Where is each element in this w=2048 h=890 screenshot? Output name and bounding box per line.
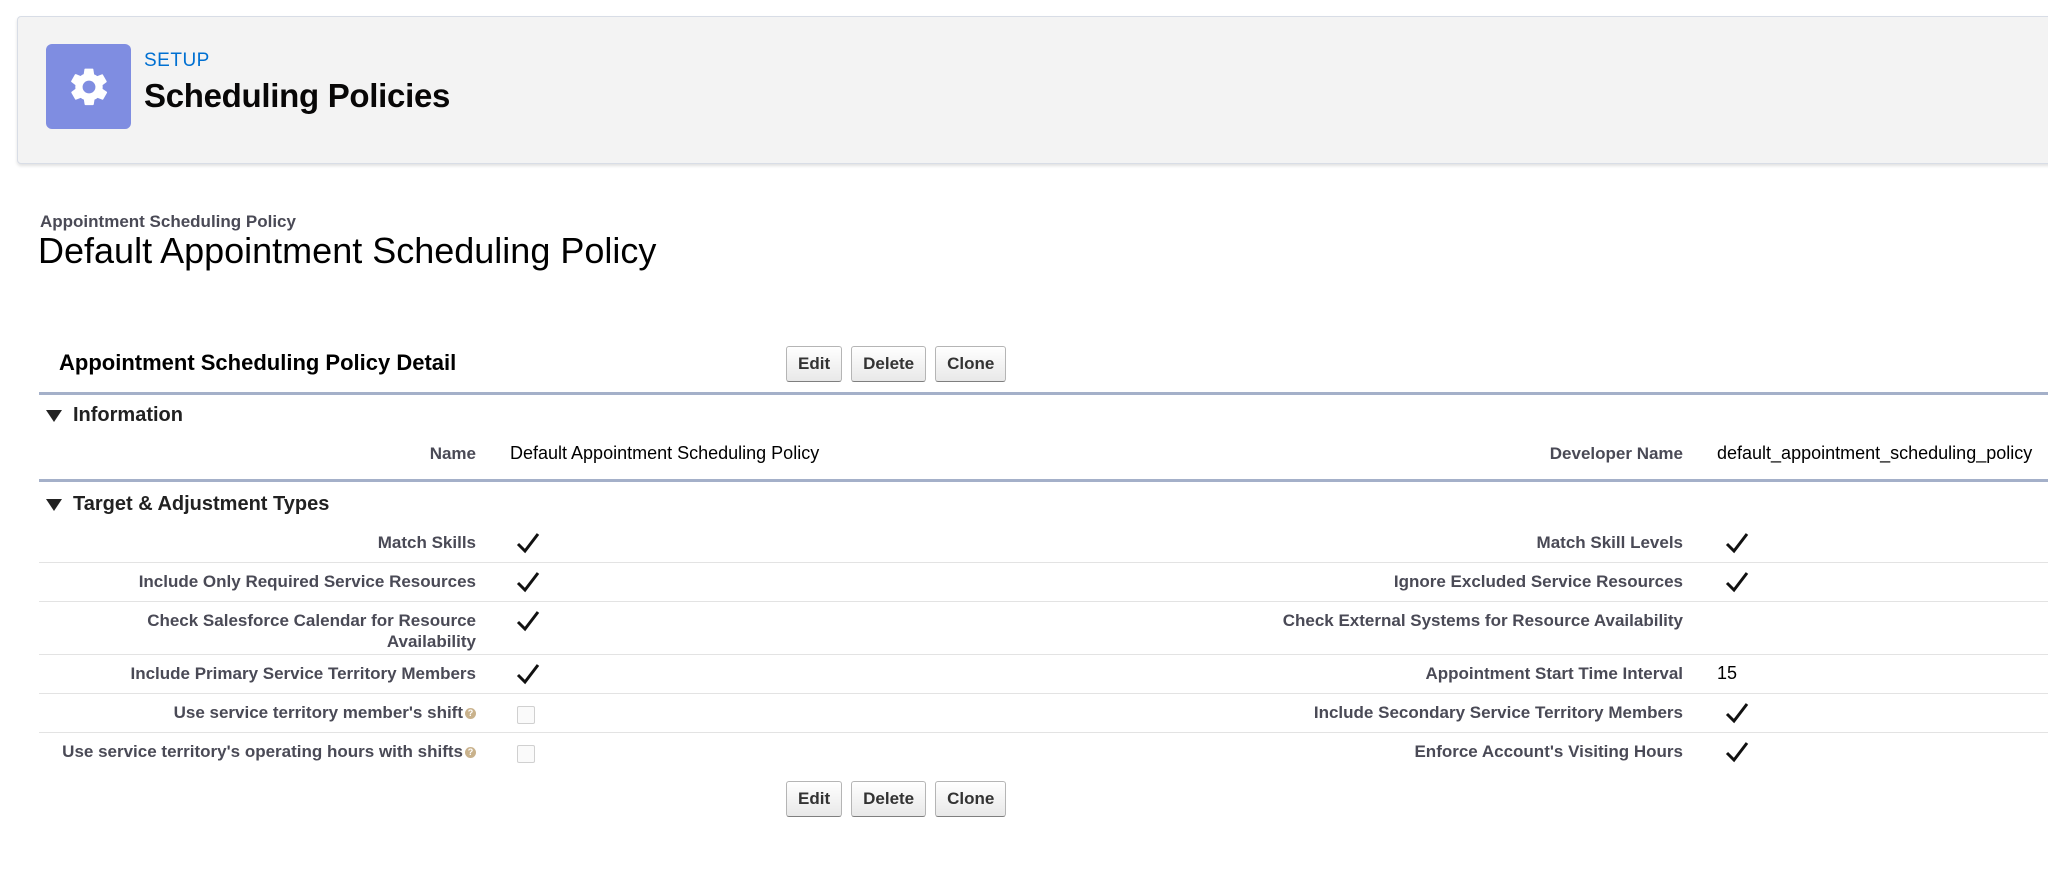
field-row: Include Only Required Service Resources …	[39, 563, 2048, 602]
checkmark-icon	[516, 533, 540, 554]
clone-button[interactable]: Clone	[935, 346, 1007, 382]
detail-title: Appointment Scheduling Policy Detail	[59, 350, 457, 375]
use-member-shift-label: Use service territory member's shift?	[39, 702, 476, 723]
use-operating-hours-label: Use service territory's operating hours …	[39, 741, 476, 762]
collapse-triangle-icon	[46, 410, 62, 422]
include-primary-territory-label: Include Primary Service Territory Member…	[130, 664, 476, 683]
detail-header: Appointment Scheduling Policy Detail Edi…	[39, 340, 2048, 395]
bottom-button-bar: Edit Delete Clone	[39, 771, 2048, 831]
include-required-resources-label: Include Only Required Service Resources	[138, 572, 476, 591]
start-time-interval-value: 15	[1717, 663, 1738, 683]
start-time-interval-label: Appointment Start Time Interval	[1425, 664, 1683, 683]
checkmark-icon	[1725, 533, 1749, 554]
help-icon[interactable]: ?	[465, 747, 476, 759]
collapse-triangle-icon	[46, 499, 62, 511]
header-eyebrow: SETUP	[144, 50, 210, 71]
check-salesforce-calendar-label-line2: Availability	[386, 632, 476, 651]
section-targets-title: Target & Adjustment Types	[73, 492, 330, 515]
check-external-systems-label: Check External Systems for Resource Avai…	[1282, 611, 1683, 630]
edit-button[interactable]: Edit	[786, 781, 843, 817]
information-row: Name Default Appointment Scheduling Poli…	[39, 435, 2048, 479]
field-row: Include Primary Service Territory Member…	[39, 655, 2048, 694]
enforce-visiting-hours-label: Enforce Account's Visiting Hours	[1414, 742, 1683, 761]
use-member-shift-label-text: Use service territory member's shift	[173, 703, 463, 722]
name-value: Default Appointment Scheduling Policy	[510, 443, 820, 463]
field-row: Check Salesforce Calendar for Resource A…	[39, 602, 2048, 655]
section-targets-toggle[interactable]: Target & Adjustment Types	[39, 484, 2048, 524]
detail-block: Appointment Scheduling Policy Detail Edi…	[39, 340, 2048, 831]
help-icon[interactable]: ?	[465, 708, 476, 720]
developer-name-value: default_appointment_scheduling_policy	[1717, 443, 2033, 463]
developer-name-label: Developer Name	[1549, 444, 1683, 463]
record-name: Default Appointment Scheduling Policy	[38, 230, 657, 271]
include-secondary-territory-label: Include Secondary Service Territory Memb…	[1313, 703, 1683, 722]
record-content: Appointment Scheduling Policy Default Ap…	[20, 190, 2048, 890]
use-operating-hours-label-text: Use service territory's operating hours …	[62, 742, 463, 761]
edit-button[interactable]: Edit	[786, 346, 843, 382]
checkmark-icon	[1725, 703, 1749, 724]
checkmark-icon	[516, 664, 540, 685]
record-type-label: Appointment Scheduling Policy	[40, 212, 296, 231]
bottom-button-group: Edit Delete Clone	[786, 781, 1007, 817]
match-skills-label: Match Skills	[377, 533, 476, 552]
checkmark-icon	[1725, 572, 1749, 593]
clone-button[interactable]: Clone	[935, 781, 1007, 817]
top-button-group: Edit Delete Clone	[786, 346, 1007, 382]
match-skill-levels-label: Match Skill Levels	[1536, 533, 1683, 552]
name-label: Name	[429, 444, 476, 463]
checkmark-icon	[516, 572, 540, 593]
field-row: Match Skills Match Skill Levels	[39, 524, 2048, 563]
checkmark-icon	[1725, 742, 1749, 763]
check-salesforce-calendar-label-line1: Check Salesforce Calendar for Resource	[147, 611, 476, 630]
field-row: Use service territory's operating hours …	[39, 733, 2048, 771]
unchecked-box-icon	[517, 745, 535, 763]
gear-icon	[70, 68, 107, 105]
check-salesforce-calendar-label: Check Salesforce Calendar for Resource A…	[39, 610, 476, 652]
field-row: Use service territory member's shift? In…	[39, 694, 2048, 733]
page-header: SETUP Scheduling Policies	[17, 16, 2048, 164]
section-information-toggle[interactable]: Information	[39, 395, 2048, 435]
delete-button[interactable]: Delete	[851, 781, 927, 817]
delete-button[interactable]: Delete	[851, 346, 927, 382]
page-title: Scheduling Policies	[144, 77, 451, 114]
setup-gear-icon	[46, 44, 131, 129]
ignore-excluded-resources-label: Ignore Excluded Service Resources	[1393, 572, 1683, 591]
section-information-title: Information	[73, 403, 183, 426]
unchecked-box-icon	[517, 706, 535, 724]
section-divider	[39, 479, 2048, 482]
checkmark-icon	[516, 611, 540, 632]
